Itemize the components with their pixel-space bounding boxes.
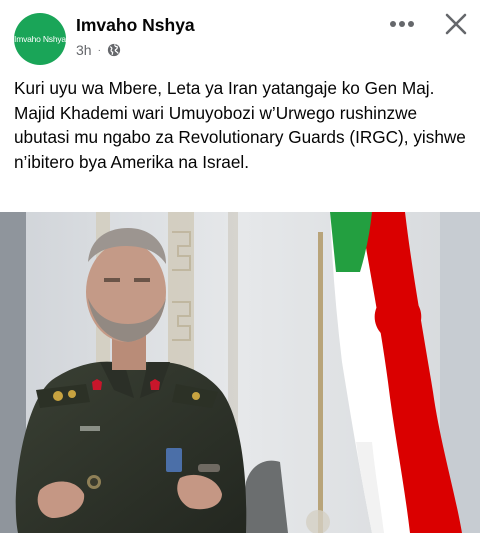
photo-illustration <box>0 212 480 533</box>
more-horizontal-icon <box>390 21 414 27</box>
post-photo[interactable] <box>0 212 480 533</box>
post-meta: 3h · <box>76 42 121 58</box>
close-icon <box>445 13 467 35</box>
more-options-button[interactable] <box>386 10 418 38</box>
page-name[interactable]: Imvaho Nshya <box>76 15 195 36</box>
avatar-logo-text: Imvaho Nshya <box>14 34 66 44</box>
meta-separator: · <box>97 44 101 56</box>
close-button[interactable] <box>440 9 472 39</box>
post-header: Imvaho Nshya Imvaho Nshya 3h · <box>0 0 480 68</box>
post-caption: Kuri uyu wa Mbere, Leta ya Iran yatangaj… <box>14 78 466 172</box>
page-avatar[interactable]: Imvaho Nshya <box>14 13 66 65</box>
globe-icon <box>107 43 121 57</box>
post-time[interactable]: 3h <box>76 42 92 58</box>
